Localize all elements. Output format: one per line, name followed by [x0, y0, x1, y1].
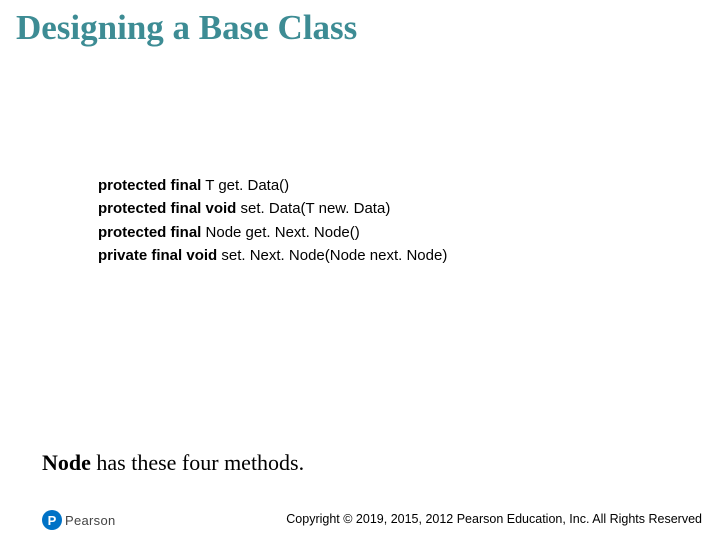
code-line: protected final void set. Data(T new. Da…	[98, 197, 447, 220]
subtitle-node-word: Node	[42, 450, 91, 475]
code-keyword: protected final void	[98, 200, 236, 217]
logo-badge-icon: P	[42, 510, 62, 530]
copyright-text: Copyright © 2019, 2015, 2012 Pearson Edu…	[286, 512, 702, 526]
logo-initial: P	[48, 513, 57, 528]
slide: Designing a Base Class protected final T…	[0, 0, 720, 540]
code-rest: set. Next. Node(Node next. Node)	[217, 247, 447, 264]
code-line: protected final T get. Data()	[98, 174, 447, 197]
code-keyword: protected final	[98, 224, 201, 241]
code-line: protected final Node get. Next. Node()	[98, 221, 447, 244]
slide-title: Designing a Base Class	[16, 8, 357, 48]
code-rest: set. Data(T new. Data)	[236, 200, 390, 217]
code-rest: Node get. Next. Node()	[201, 224, 359, 241]
code-keyword: protected final	[98, 177, 201, 194]
slide-subtitle: Node has these four methods.	[42, 450, 304, 476]
logo-brand-text: Pearson	[65, 513, 116, 528]
code-block: protected final T get. Data() protected …	[98, 174, 447, 267]
subtitle-rest: has these four methods.	[91, 450, 304, 475]
code-line: private final void set. Next. Node(Node …	[98, 244, 447, 267]
code-rest: T get. Data()	[201, 177, 289, 194]
publisher-logo: P Pearson	[42, 510, 116, 530]
code-keyword: private final void	[98, 247, 217, 264]
